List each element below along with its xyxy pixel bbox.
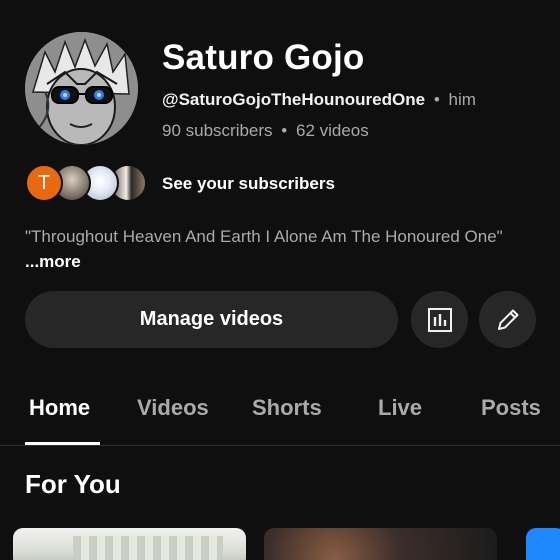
pencil-icon (497, 309, 518, 330)
avatar-image (25, 32, 138, 145)
separator-dot: • (433, 90, 440, 109)
tab-home[interactable]: Home (29, 395, 90, 421)
subscriber-initial: T (37, 171, 51, 194)
tab-videos[interactable]: Videos (137, 395, 209, 421)
tab-shorts[interactable]: Shorts (252, 395, 322, 421)
analytics-icon (427, 307, 452, 332)
subscriber-avatars[interactable]: T (25, 164, 150, 202)
video-count: 62 videos (295, 121, 369, 140)
video-thumbnail[interactable] (264, 528, 497, 560)
tab-posts[interactable]: Posts (481, 395, 541, 421)
video-thumbnail[interactable] (13, 528, 246, 560)
edit-channel-button[interactable] (479, 291, 536, 348)
description-text: "Throughout Heaven And Earth I Alone Am … (25, 227, 503, 246)
channel-pronoun: him (448, 90, 476, 109)
channel-handle-row: @SaturoGojoTheHounouredOne • him (162, 90, 476, 110)
subscriber-count: 90 subscribers (162, 121, 273, 140)
active-tab-indicator (25, 442, 100, 445)
channel-avatar[interactable] (25, 32, 138, 145)
see-subscribers-link[interactable]: See your subscribers (162, 174, 335, 194)
channel-handle: @SaturoGojoTheHounouredOne (162, 90, 426, 109)
channel-stats: 90 subscribers • 62 videos (162, 121, 369, 141)
subscriber-avatar: T (25, 164, 63, 202)
separator-dot: • (281, 121, 288, 140)
section-title: For You (25, 469, 121, 499)
channel-name: Saturo Gojo (162, 38, 365, 77)
more-link[interactable]: ...more (25, 252, 81, 271)
tab-live[interactable]: Live (378, 395, 422, 421)
analytics-button[interactable] (411, 291, 468, 348)
manage-videos-button[interactable]: Manage videos (25, 291, 398, 348)
video-thumbnail[interactable] (526, 528, 560, 560)
channel-tabs: Home Videos Shorts Live Posts (0, 390, 560, 446)
channel-description[interactable]: "Throughout Heaven And Earth I Alone Am … (25, 224, 535, 274)
